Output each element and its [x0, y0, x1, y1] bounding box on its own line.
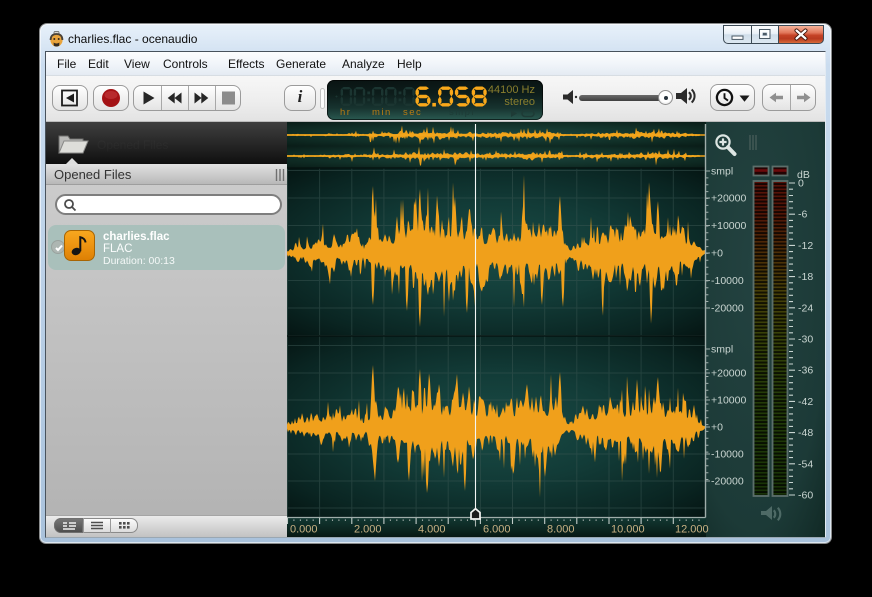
- svg-text:-54: -54: [798, 458, 813, 470]
- svg-text:8.000: 8.000: [547, 524, 575, 536]
- svg-text:+0: +0: [711, 248, 723, 260]
- svg-text:6.000: 6.000: [483, 524, 511, 536]
- svg-text:2.000: 2.000: [354, 524, 382, 536]
- svg-text:0: 0: [798, 178, 804, 190]
- svg-text:smpl: smpl: [711, 344, 733, 356]
- svg-text:+10000: +10000: [711, 220, 746, 232]
- svg-text:-10000: -10000: [711, 275, 744, 287]
- svg-text:-60: -60: [798, 490, 813, 502]
- svg-text:-10000: -10000: [711, 449, 744, 461]
- svg-text:smpl: smpl: [711, 166, 733, 178]
- svg-text:-20000: -20000: [711, 303, 744, 315]
- svg-text:10.000: 10.000: [611, 524, 645, 536]
- svg-text:12.000: 12.000: [675, 524, 709, 536]
- svg-text:0.000: 0.000: [290, 524, 318, 536]
- svg-text:-24: -24: [798, 302, 813, 314]
- svg-text:+20000: +20000: [711, 193, 746, 205]
- svg-text:-12: -12: [798, 240, 813, 252]
- svg-text:+10000: +10000: [711, 395, 746, 407]
- svg-text:-36: -36: [798, 365, 813, 377]
- svg-text:-20000: -20000: [711, 476, 744, 488]
- svg-text:-30: -30: [798, 334, 813, 346]
- svg-text:-18: -18: [798, 271, 813, 283]
- svg-text:4.000: 4.000: [418, 524, 446, 536]
- svg-text:-6: -6: [798, 209, 807, 221]
- svg-text:-48: -48: [798, 427, 813, 439]
- svg-text:+20000: +20000: [711, 368, 746, 380]
- svg-text:-42: -42: [798, 396, 813, 408]
- svg-text:+0: +0: [711, 422, 723, 434]
